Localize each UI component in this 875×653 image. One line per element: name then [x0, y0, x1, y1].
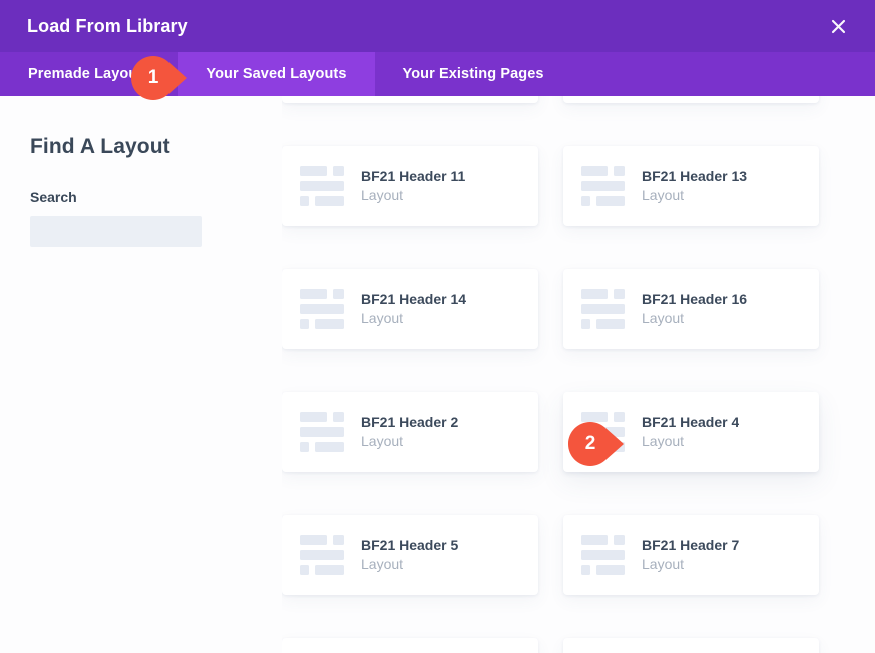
layout-card-text: BF21 Header 2 Layout	[361, 413, 458, 451]
layout-thumbnail-icon	[300, 289, 344, 329]
layout-card-title: BF21 Header 7	[642, 537, 740, 554]
layout-card-title: BF21 Header 4	[642, 414, 740, 431]
layout-card[interactable]	[563, 638, 819, 653]
layout-card[interactable]	[563, 96, 819, 103]
layout-thumbnail-icon	[581, 289, 625, 329]
tab-your-saved-layouts[interactable]: Your Saved Layouts	[178, 52, 375, 96]
layout-card[interactable]: BF21 Header 13 Layout	[563, 146, 819, 226]
layout-card-text: BF21 Header 16 Layout	[642, 290, 747, 328]
layout-card-text: BF21 Header 13 Layout	[642, 167, 747, 205]
layout-thumbnail-icon	[581, 535, 625, 575]
tab-bar: Premade Layouts Your Saved Layouts Your …	[0, 52, 875, 96]
layout-card-text: BF21 Header 5 Layout	[361, 536, 458, 574]
tab-label: Your Saved Layouts	[206, 66, 347, 82]
layout-card-subtitle: Layout	[361, 187, 404, 203]
layout-thumbnail-icon	[300, 412, 344, 452]
layout-card-subtitle: Layout	[361, 310, 404, 326]
modal-header: Load From Library	[0, 0, 875, 52]
layout-card[interactable]: BF21 Header 14 Layout	[282, 269, 538, 349]
layout-card[interactable]: BF21 Header 5 Layout	[282, 515, 538, 595]
modal-body: Find A Layout Search BF21 Header 11 Layou…	[0, 96, 875, 653]
layout-thumbnail-icon	[581, 166, 625, 206]
page-title: Load From Library	[27, 15, 188, 36]
layout-card-text: BF21 Header 7 Layout	[642, 536, 739, 574]
layout-thumbnail-icon	[300, 535, 344, 575]
tab-your-existing-pages[interactable]: Your Existing Pages	[375, 52, 572, 96]
layout-card[interactable]	[282, 96, 538, 103]
layout-card-title: BF21 Header 5	[361, 537, 459, 554]
search-label: Search	[30, 189, 77, 205]
close-icon[interactable]	[823, 11, 853, 41]
layout-card-text: BF21 Header 11 Layout	[361, 167, 465, 205]
layout-card-title: BF21 Header 14	[361, 291, 467, 308]
layout-card-subtitle: Layout	[642, 433, 685, 449]
tab-label: Your Existing Pages	[402, 66, 544, 82]
layout-card-subtitle: Layout	[642, 310, 685, 326]
layout-thumbnail-icon	[581, 412, 625, 452]
tab-premade-layouts[interactable]: Premade Layouts	[0, 52, 178, 96]
layout-card-text: BF21 Header 14 Layout	[361, 290, 466, 328]
layout-card[interactable]: BF21 Header 2 Layout	[282, 392, 538, 472]
layouts-grid: BF21 Header 11 Layout BF21 Header 13 Layout…	[282, 96, 875, 653]
layout-card[interactable]: BF21 Header 4 Layout	[563, 392, 819, 472]
load-from-library-modal: Load From Library Premade Layouts Your S…	[0, 0, 875, 653]
layout-card[interactable]: BF21 Header 16 Layout	[563, 269, 819, 349]
layout-card-title: BF21 Header 2	[361, 414, 459, 431]
layout-card-title: BF21 Header 16	[642, 291, 748, 308]
layout-card-title: BF21 Header 11	[361, 168, 466, 185]
sidebar-find-a-layout: Find A Layout Search	[0, 96, 282, 653]
search-input[interactable]	[30, 216, 202, 247]
layout-card-text: BF21 Header 4 Layout	[642, 413, 739, 451]
layout-card[interactable]: BF21 Header 11 Layout	[282, 146, 538, 226]
layout-card-subtitle: Layout	[361, 556, 404, 572]
tab-label: Premade Layouts	[28, 66, 151, 82]
sidebar-title: Find A Layout	[30, 135, 170, 158]
layout-card[interactable]: BF21 Header 7 Layout	[563, 515, 819, 595]
layout-card-subtitle: Layout	[361, 433, 404, 449]
layout-thumbnail-icon	[300, 166, 344, 206]
layout-card[interactable]	[282, 638, 538, 653]
layout-card-subtitle: Layout	[642, 187, 685, 203]
layouts-scroll-area[interactable]: BF21 Header 11 Layout BF21 Header 13 Layout…	[282, 96, 875, 653]
layout-card-title: BF21 Header 13	[642, 168, 748, 185]
layout-card-subtitle: Layout	[642, 556, 685, 572]
